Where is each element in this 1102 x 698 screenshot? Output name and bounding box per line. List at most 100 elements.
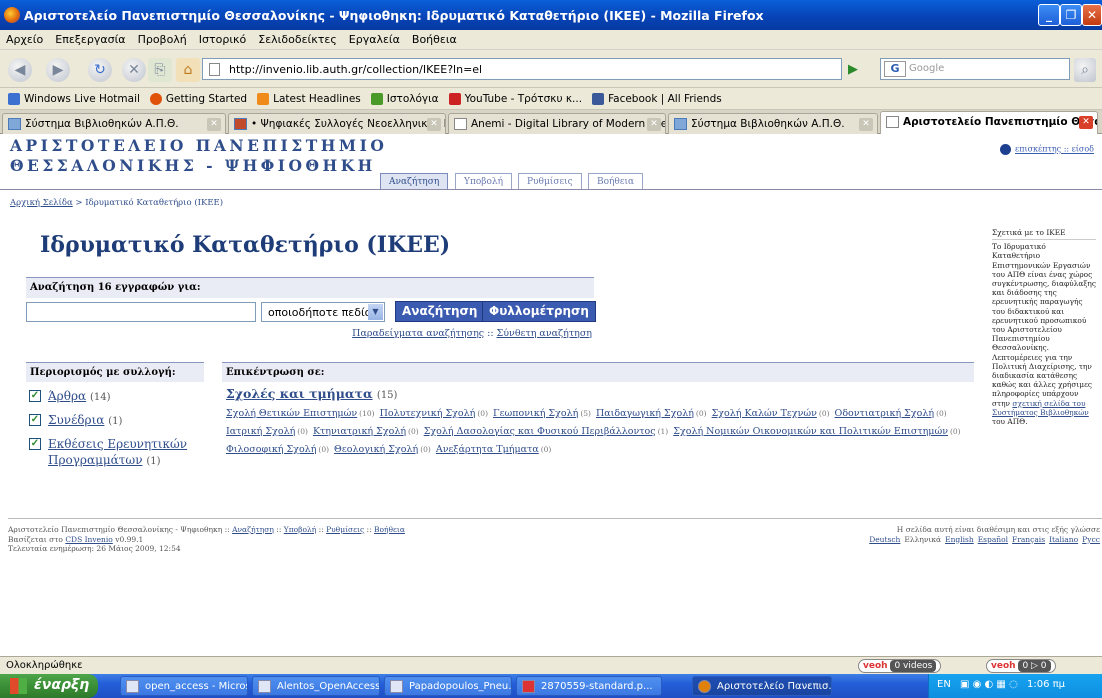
lang-es[interactable]: Español [978,535,1008,544]
lang-ru[interactable]: Русс [1082,535,1100,544]
menu-file[interactable]: Αρχείο [6,33,43,46]
rss-icon[interactable]: ⎘ [148,58,172,82]
task-word-open-access[interactable]: open_access - Micros... [120,676,248,696]
menu-edit[interactable]: Επεξεργασία [55,33,125,46]
school-link[interactable]: Σχολή Δασολογίας και Φυσικού Περιβάλλοντ… [424,426,656,437]
cds-invenio-link[interactable]: CDS Invenio [65,535,113,544]
lang-fr[interactable]: Français [1012,535,1045,544]
close-tab-icon[interactable]: ✕ [647,118,661,131]
tab-digital-collections[interactable]: • Ψηφιακές Συλλογές Νεοελληνικής Γ... ✕ [228,113,446,134]
school-link[interactable]: Γεωπονική Σχολή [493,408,578,419]
minimize-button[interactable]: _ [1038,4,1060,26]
word-icon [258,680,271,693]
school-link[interactable]: Σχολή Νομικών Οικονομικών και Πολιτικών … [673,426,948,437]
menu-bookmarks[interactable]: Σελιδοδείκτες [258,33,337,46]
veoh-counter-widget[interactable]: veoh 0 ▷ 0 [986,659,1056,673]
menu-view[interactable]: Προβολή [138,33,187,46]
forward-button[interactable]: ▶ [46,58,70,82]
go-icon[interactable]: ▶ [848,62,858,77]
rss-feed-icon [257,92,270,105]
subnav-line [0,189,1102,190]
close-tab-icon[interactable]: ✕ [427,118,441,131]
veoh-videos-widget[interactable]: veoh 0 videos [858,659,942,673]
bookmark-hotmail[interactable]: Windows Live Hotmail [8,92,140,105]
search-button[interactable]: Αναζήτηση [395,301,485,322]
chevron-down-icon[interactable]: ▼ [368,304,383,320]
library-icon [674,118,687,130]
advanced-search-link[interactable]: Σύνθετη αναζήτηση [497,328,592,339]
lang-de[interactable]: Deutsch [869,535,900,544]
home-button[interactable]: ⌂ [176,58,200,82]
footer-search-link[interactable]: Αναζήτηση [232,525,274,534]
menu-tools[interactable]: Εργαλεία [349,33,400,46]
url-bar[interactable]: http://invenio.lib.auth.gr/collection/IK… [202,58,842,80]
bookmark-facebook[interactable]: Facebook | All Friends [592,92,722,105]
task-word-alentos[interactable]: Alentos_OpenAccess... [252,676,380,696]
school-link[interactable]: Κτηνιατρική Σχολή [313,426,406,437]
bookmark-getting-started[interactable]: Getting Started [149,92,247,105]
tab-help[interactable]: Βοήθεια [588,173,644,190]
school-link[interactable]: Σχολή Θετικών Επιστημών [226,408,357,419]
maximize-button[interactable]: ❐ [1060,4,1082,26]
school-link[interactable]: Φιλοσοφική Σχολή [226,444,316,455]
tab-library-1[interactable]: Σύστημα Βιβλιοθηκών Α.Π.Θ. ✕ [2,113,226,134]
school-link[interactable]: Οδοντιατρική Σχολή [835,408,935,419]
back-button[interactable]: ◀ [8,58,32,82]
bookmark-latest-headlines[interactable]: Latest Headlines [257,92,361,105]
tab-anemi[interactable]: Anemi - Digital Library of Modern Gree..… [448,113,666,134]
close-tab-icon[interactable]: ✕ [859,118,873,131]
firefox-bookmark-icon [149,92,162,105]
focus-header: Επικέντρωση σε: [222,362,974,382]
tab-settings[interactable]: Ρυθμίσεις [518,173,582,190]
school-link[interactable]: Παιδαγωγική Σχολή [596,408,694,419]
bookmark-youtube[interactable]: YouTube - Τρότσκυ κ... [448,92,582,105]
school-link[interactable]: Πολυτεχνική Σχολή [380,408,476,419]
menu-help[interactable]: Βοήθεια [412,33,457,46]
google-engine-icon[interactable]: G [884,61,906,77]
browse-button[interactable]: Φυλλομέτρηση [482,301,596,322]
menu-history[interactable]: Ιστορικό [199,33,247,46]
web-search-input[interactable]: G Google [880,58,1070,80]
task-pdf[interactable]: 2870559-standard.p... [516,676,662,696]
lang-el[interactable]: Ελληνικά [904,535,941,544]
footer-help-link[interactable]: Βοήθεια [374,525,405,534]
tab-search[interactable]: Αναζήτηση [380,173,449,190]
field-select[interactable]: οποιοδήποτε πεδίο ▼ [261,302,385,322]
lang-en[interactable]: English [945,535,974,544]
lang-it[interactable]: Italiano [1049,535,1078,544]
breadcrumb-home[interactable]: Αρχική Σελίδα [10,198,73,208]
close-tab-icon[interactable]: ✕ [207,118,221,131]
stop-button[interactable]: ✕ [122,58,146,82]
magnifier-icon[interactable]: ⌕ [1074,58,1096,82]
bookmark-blogs[interactable]: Ιστολόγια [370,92,439,105]
checkbox-reports[interactable]: ✓ [29,438,41,450]
task-word-papadopoulos[interactable]: Papadopoulos_Pneu... [384,676,512,696]
close-tab-icon[interactable]: ✕ [1079,116,1093,129]
close-button[interactable]: ✕ [1082,4,1102,26]
user-icon [1000,144,1012,155]
task-firefox[interactable]: Αριστοτελείο Πανεπισ... [692,676,832,696]
checkbox-articles[interactable]: ✓ [29,390,41,402]
school-link[interactable]: Ανεξάρτητα Τμήματα [436,444,539,455]
status-text: Ολοκληρώθηκε [6,660,83,671]
bookmark-icon [8,92,20,105]
school-link[interactable]: Θεολογική Σχολή [334,444,418,455]
reload-button[interactable]: ↻ [88,58,112,82]
tray-icons[interactable]: ▣ ◉ ◐ ▦ ◌ [960,679,1018,690]
start-button[interactable]: έναρξη [0,674,98,698]
checkbox-conferences[interactable]: ✓ [29,414,41,426]
footer-settings-link[interactable]: Ρυθμίσεις [326,525,364,534]
search-input[interactable] [26,302,256,322]
language-indicator[interactable]: EN [937,679,951,690]
search-examples-link[interactable]: Παραδείγματα αναζήτησης [352,328,484,339]
user-login-link[interactable]: επισκέπτης :: είσοδ [1000,144,1094,155]
school-link[interactable]: Σχολή Καλών Τεχνών [712,408,817,419]
footer-submit-link[interactable]: Υποβολή [284,525,317,534]
tab-library-2[interactable]: Σύστημα Βιβλιοθηκών Α.Π.Θ. ✕ [668,113,878,134]
schools-departments-link[interactable]: Σχολές και τμήματα [226,386,373,401]
tab-bar: Σύστημα Βιβλιοθηκών Α.Π.Θ. ✕ • Ψηφιακές Σ… [0,110,1102,135]
collection-header: Περιορισμός με συλλογή: [26,362,204,382]
school-link[interactable]: Ιατρική Σχολή [226,426,295,437]
tab-auth-ikee[interactable]: Αριστοτελείο Πανεπιστημίο Θεσσ... ✕ [880,111,1098,135]
tab-submit[interactable]: Υποβολή [455,173,512,190]
